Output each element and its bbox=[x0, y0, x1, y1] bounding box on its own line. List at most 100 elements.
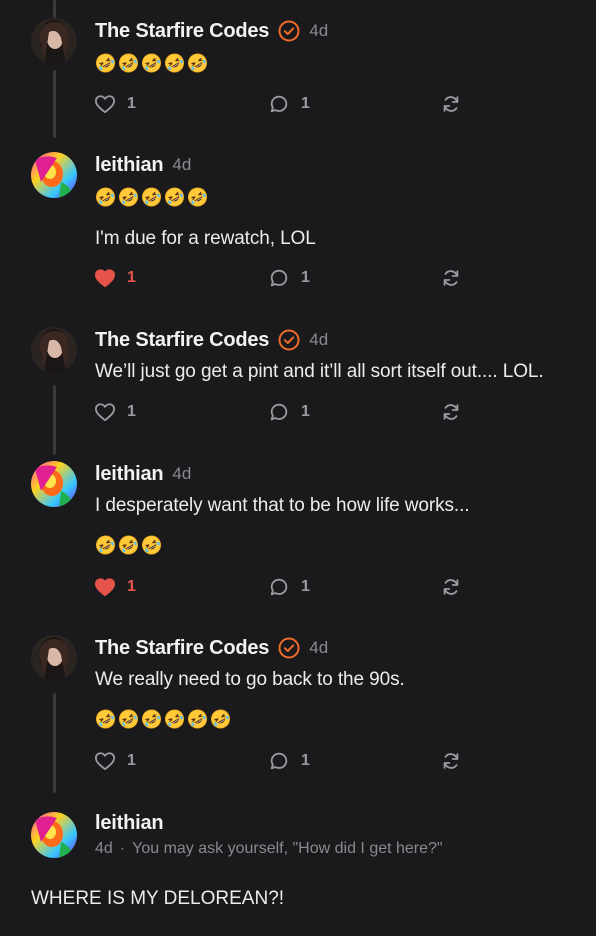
like-button[interactable]: 1 bbox=[94, 92, 136, 116]
separator: · bbox=[119, 840, 126, 857]
reply-button[interactable]: 1 bbox=[268, 92, 310, 116]
reply-count: 1 bbox=[301, 578, 310, 595]
heart-icon bbox=[94, 268, 116, 288]
rolling-on-floor-laughing-emoji bbox=[140, 708, 163, 730]
post-actions: 1 1 bbox=[94, 575, 474, 599]
post-text: We really need to go back to the 90s. bbox=[95, 669, 405, 690]
post-actions: 1 1 bbox=[94, 266, 474, 290]
reply-button[interactable]: 1 bbox=[268, 749, 310, 773]
avatar[interactable] bbox=[31, 327, 77, 373]
repost-button[interactable] bbox=[440, 92, 462, 116]
verified-check-icon bbox=[278, 20, 300, 42]
rolling-on-floor-laughing-emoji bbox=[186, 186, 209, 208]
rolling-on-floor-laughing-emoji bbox=[209, 708, 232, 730]
reply-button[interactable]: 1 bbox=[268, 266, 310, 290]
emoji-row bbox=[94, 52, 209, 74]
repost-arrows-icon bbox=[440, 267, 462, 289]
speech-bubble-icon bbox=[268, 401, 290, 423]
rolling-on-floor-laughing-emoji bbox=[117, 534, 140, 556]
post-timestamp[interactable]: 4d bbox=[172, 464, 191, 484]
verified-check-icon bbox=[278, 329, 300, 351]
like-count: 1 bbox=[127, 269, 136, 286]
speech-bubble-icon bbox=[268, 576, 290, 598]
repost-arrows-icon bbox=[440, 576, 462, 598]
rolling-on-floor-laughing-emoji bbox=[117, 708, 140, 730]
avatar[interactable] bbox=[31, 812, 77, 858]
thread-connector bbox=[53, 385, 56, 455]
thread-connector bbox=[53, 0, 56, 18]
post-timestamp[interactable]: 4d bbox=[172, 155, 191, 175]
rolling-on-floor-laughing-emoji bbox=[117, 52, 140, 74]
author-name[interactable]: The Starfire Codes bbox=[95, 20, 269, 43]
repost-arrows-icon bbox=[440, 750, 462, 772]
post-actions: 1 1 bbox=[94, 749, 474, 773]
author-name[interactable]: The Starfire Codes bbox=[95, 637, 269, 660]
rolling-on-floor-laughing-emoji bbox=[163, 708, 186, 730]
like-count: 1 bbox=[127, 752, 136, 769]
rolling-on-floor-laughing-emoji bbox=[140, 186, 163, 208]
author-name[interactable]: leithian bbox=[95, 154, 164, 177]
rolling-on-floor-laughing-emoji bbox=[186, 708, 209, 730]
rolling-on-floor-laughing-emoji bbox=[140, 52, 163, 74]
rolling-on-floor-laughing-emoji bbox=[94, 534, 117, 556]
repost-arrows-icon bbox=[440, 93, 462, 115]
author-name[interactable]: The Starfire Codes bbox=[95, 329, 269, 352]
thread-connector bbox=[53, 693, 56, 793]
repost-arrows-icon bbox=[440, 401, 462, 423]
avatar[interactable] bbox=[31, 635, 77, 681]
avatar[interactable] bbox=[31, 152, 77, 198]
post-actions: 1 1 bbox=[94, 400, 474, 424]
post-timestamp[interactable]: 4d bbox=[309, 638, 328, 658]
like-button[interactable]: 1 bbox=[94, 266, 136, 290]
post-timestamp[interactable]: 4d bbox=[309, 21, 328, 41]
author-name[interactable]: leithian bbox=[95, 463, 164, 486]
speech-bubble-icon bbox=[268, 750, 290, 772]
reply-button[interactable]: 1 bbox=[268, 575, 310, 599]
avatar[interactable] bbox=[31, 461, 77, 507]
reply-count: 1 bbox=[301, 752, 310, 769]
repost-button[interactable] bbox=[440, 266, 462, 290]
author-name[interactable]: leithian bbox=[95, 812, 164, 835]
repost-button[interactable] bbox=[440, 749, 462, 773]
heart-icon bbox=[94, 94, 116, 114]
rolling-on-floor-laughing-emoji bbox=[94, 52, 117, 74]
like-count: 1 bbox=[127, 95, 136, 112]
like-button[interactable]: 1 bbox=[94, 400, 136, 424]
rolling-on-floor-laughing-emoji bbox=[163, 186, 186, 208]
reply-count: 1 bbox=[301, 95, 310, 112]
verified-check-icon bbox=[278, 637, 300, 659]
heart-icon bbox=[94, 751, 116, 771]
reply-count: 1 bbox=[301, 269, 310, 286]
repost-button[interactable] bbox=[440, 575, 462, 599]
rolling-on-floor-laughing-emoji bbox=[94, 708, 117, 730]
like-button[interactable]: 1 bbox=[94, 749, 136, 773]
heart-icon bbox=[94, 577, 116, 597]
emoji-row bbox=[94, 186, 209, 208]
heart-icon bbox=[94, 402, 116, 422]
focused-post-text: WHERE IS MY DELOREAN?! bbox=[31, 888, 285, 909]
emoji-row bbox=[94, 708, 232, 730]
avatar[interactable] bbox=[31, 18, 77, 64]
like-count: 1 bbox=[127, 578, 136, 595]
rolling-on-floor-laughing-emoji bbox=[117, 186, 140, 208]
rolling-on-floor-laughing-emoji bbox=[186, 52, 209, 74]
rolling-on-floor-laughing-emoji bbox=[94, 186, 117, 208]
reply-count: 1 bbox=[301, 403, 310, 420]
reply-button[interactable]: 1 bbox=[268, 400, 310, 424]
thread-connector bbox=[53, 70, 56, 138]
rolling-on-floor-laughing-emoji bbox=[140, 534, 163, 556]
reply-preview[interactable]: You may ask yourself, "How did I get her… bbox=[132, 840, 442, 857]
emoji-row bbox=[94, 534, 163, 556]
rolling-on-floor-laughing-emoji bbox=[163, 52, 186, 74]
post-timestamp[interactable]: 4d bbox=[95, 840, 113, 857]
post-actions: 1 1 bbox=[94, 92, 474, 116]
like-count: 1 bbox=[127, 403, 136, 420]
post-text: I desperately want that to be how life w… bbox=[95, 495, 470, 516]
like-button[interactable]: 1 bbox=[94, 575, 136, 599]
post-text: We’ll just go get a pint and it’ll all s… bbox=[95, 361, 544, 382]
post-timestamp[interactable]: 4d bbox=[309, 330, 328, 350]
speech-bubble-icon bbox=[268, 267, 290, 289]
speech-bubble-icon bbox=[268, 93, 290, 115]
repost-button[interactable] bbox=[440, 400, 462, 424]
post-text: I'm due for a rewatch, LOL bbox=[95, 228, 316, 249]
